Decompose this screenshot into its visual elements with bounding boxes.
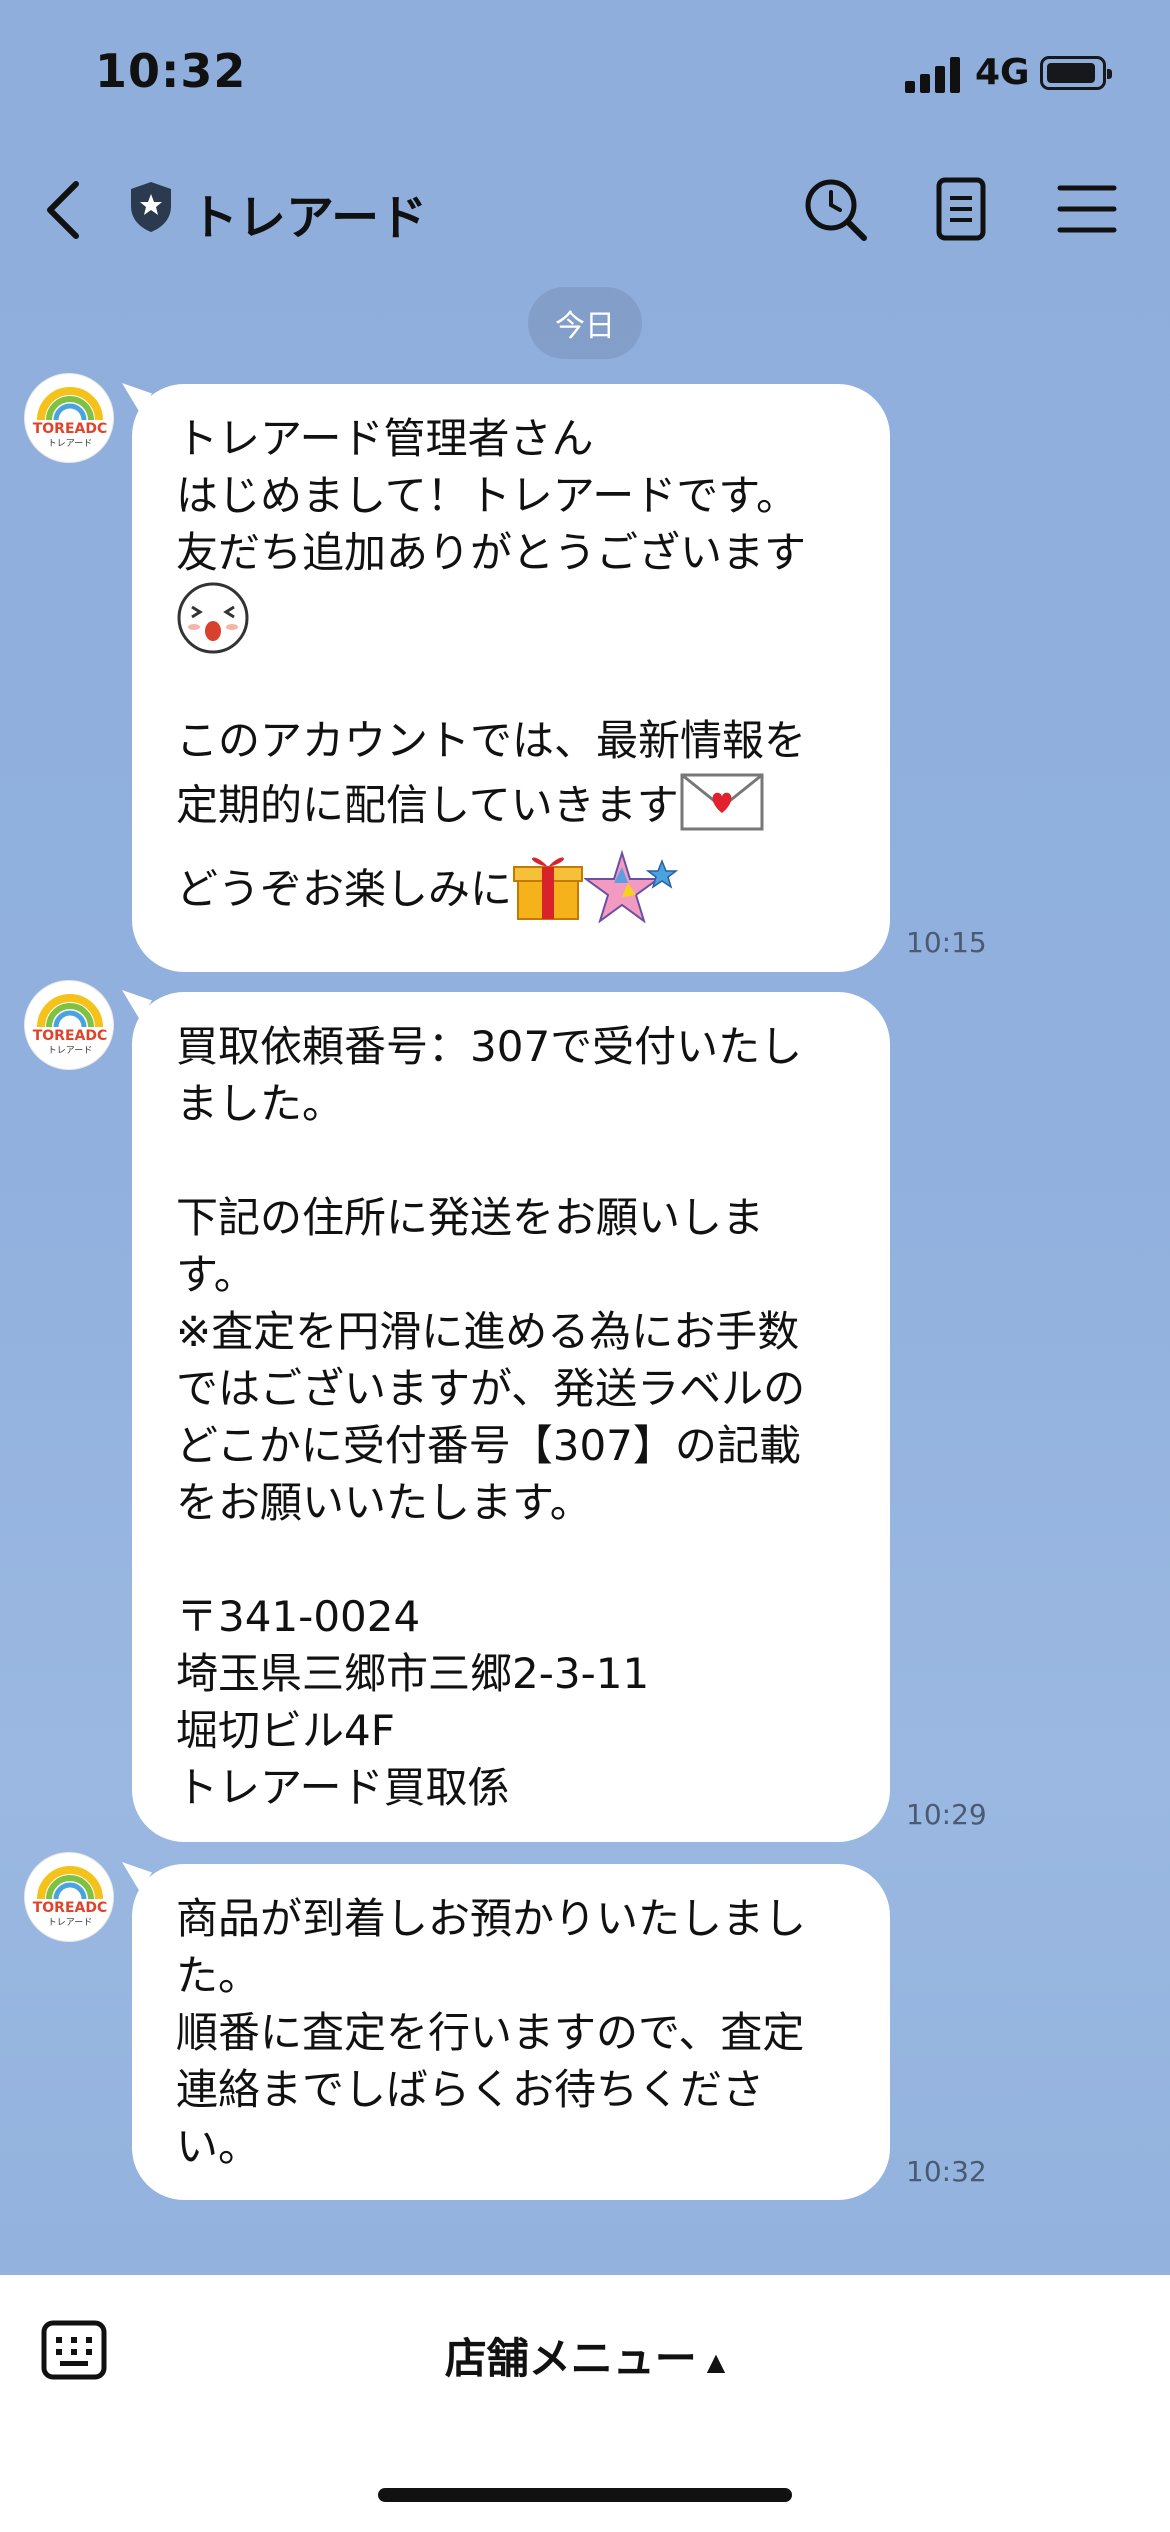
battery-icon — [1040, 56, 1112, 90]
message-text: 商品が到着しお預かりいたしまし た。 順番に査定を行いますので、査定 連絡までし… — [176, 1894, 807, 2171]
wink-face-emoji-icon — [176, 581, 250, 655]
message-bubble[interactable]: 買取依頼番号：307で受付いたし ました。 下記の住所に発送をお願いしま す。 … — [132, 992, 890, 1842]
store-menu-toggle[interactable]: 店舗メニュー ▲ — [0, 2325, 1170, 2386]
search-icon[interactable] — [800, 174, 870, 244]
shooting-star-emoji-icon — [582, 847, 679, 937]
back-chevron-icon[interactable] — [40, 178, 90, 242]
date-separator: 今日 — [528, 287, 642, 359]
message-text: トレアード管理者さん はじめまして！トレアードです。 友だち追加ありがとうござい… — [176, 414, 807, 577]
avatar-sub-text: トレアード — [48, 1918, 92, 1928]
avatar-logo-text: TOREADC — [33, 421, 108, 437]
gift-box-emoji-icon — [512, 847, 584, 937]
love-letter-emoji-icon — [679, 769, 765, 847]
avatar-sub-text: トレアード — [48, 439, 92, 449]
message-text: どうぞお楽しみに — [176, 864, 513, 914]
message-timestamp: 10:15 — [906, 926, 987, 959]
status-time: 10:32 — [95, 44, 247, 98]
message-timestamp: 10:32 — [906, 2155, 987, 2188]
menu-arrow-up-icon: ▲ — [706, 2347, 726, 2376]
status-bar: 10:32 4G — [0, 0, 1170, 140]
avatar-logo-text: TOREADC — [33, 1900, 108, 1916]
sender-avatar[interactable]: TOREADC トレアード — [24, 373, 114, 463]
avatar-sub-text: トレアード — [48, 1046, 92, 1056]
message-bubble[interactable]: 商品が到着しお預かりいたしまし た。 順番に査定を行いますので、査定 連絡までし… — [132, 1864, 890, 2200]
sender-avatar[interactable]: TOREADC トレアード — [24, 980, 114, 1070]
sender-avatar[interactable]: TOREADC トレアード — [24, 1852, 114, 1942]
message-timestamp: 10:29 — [906, 1798, 987, 1831]
message-bubble[interactable]: トレアード管理者さん はじめまして！トレアードです。 友だち追加ありがとうござい… — [132, 384, 890, 972]
message-text: 買取依頼番号：307で受付いたし ました。 下記の住所に発送をお願いしま す。 … — [176, 1022, 806, 1812]
chat-header: トレアード — [0, 150, 1170, 270]
signal-icon — [905, 57, 961, 93]
store-menu-label: 店舗メニュー — [444, 2334, 697, 2383]
chat-title: トレアード — [190, 190, 428, 246]
network-label: 4G — [975, 52, 1030, 93]
official-shield-icon — [128, 180, 174, 234]
hamburger-menu-icon[interactable] — [1052, 174, 1122, 244]
notes-icon[interactable] — [926, 174, 996, 244]
avatar-logo-text: TOREADC — [33, 1028, 108, 1044]
home-indicator[interactable] — [378, 2488, 792, 2502]
